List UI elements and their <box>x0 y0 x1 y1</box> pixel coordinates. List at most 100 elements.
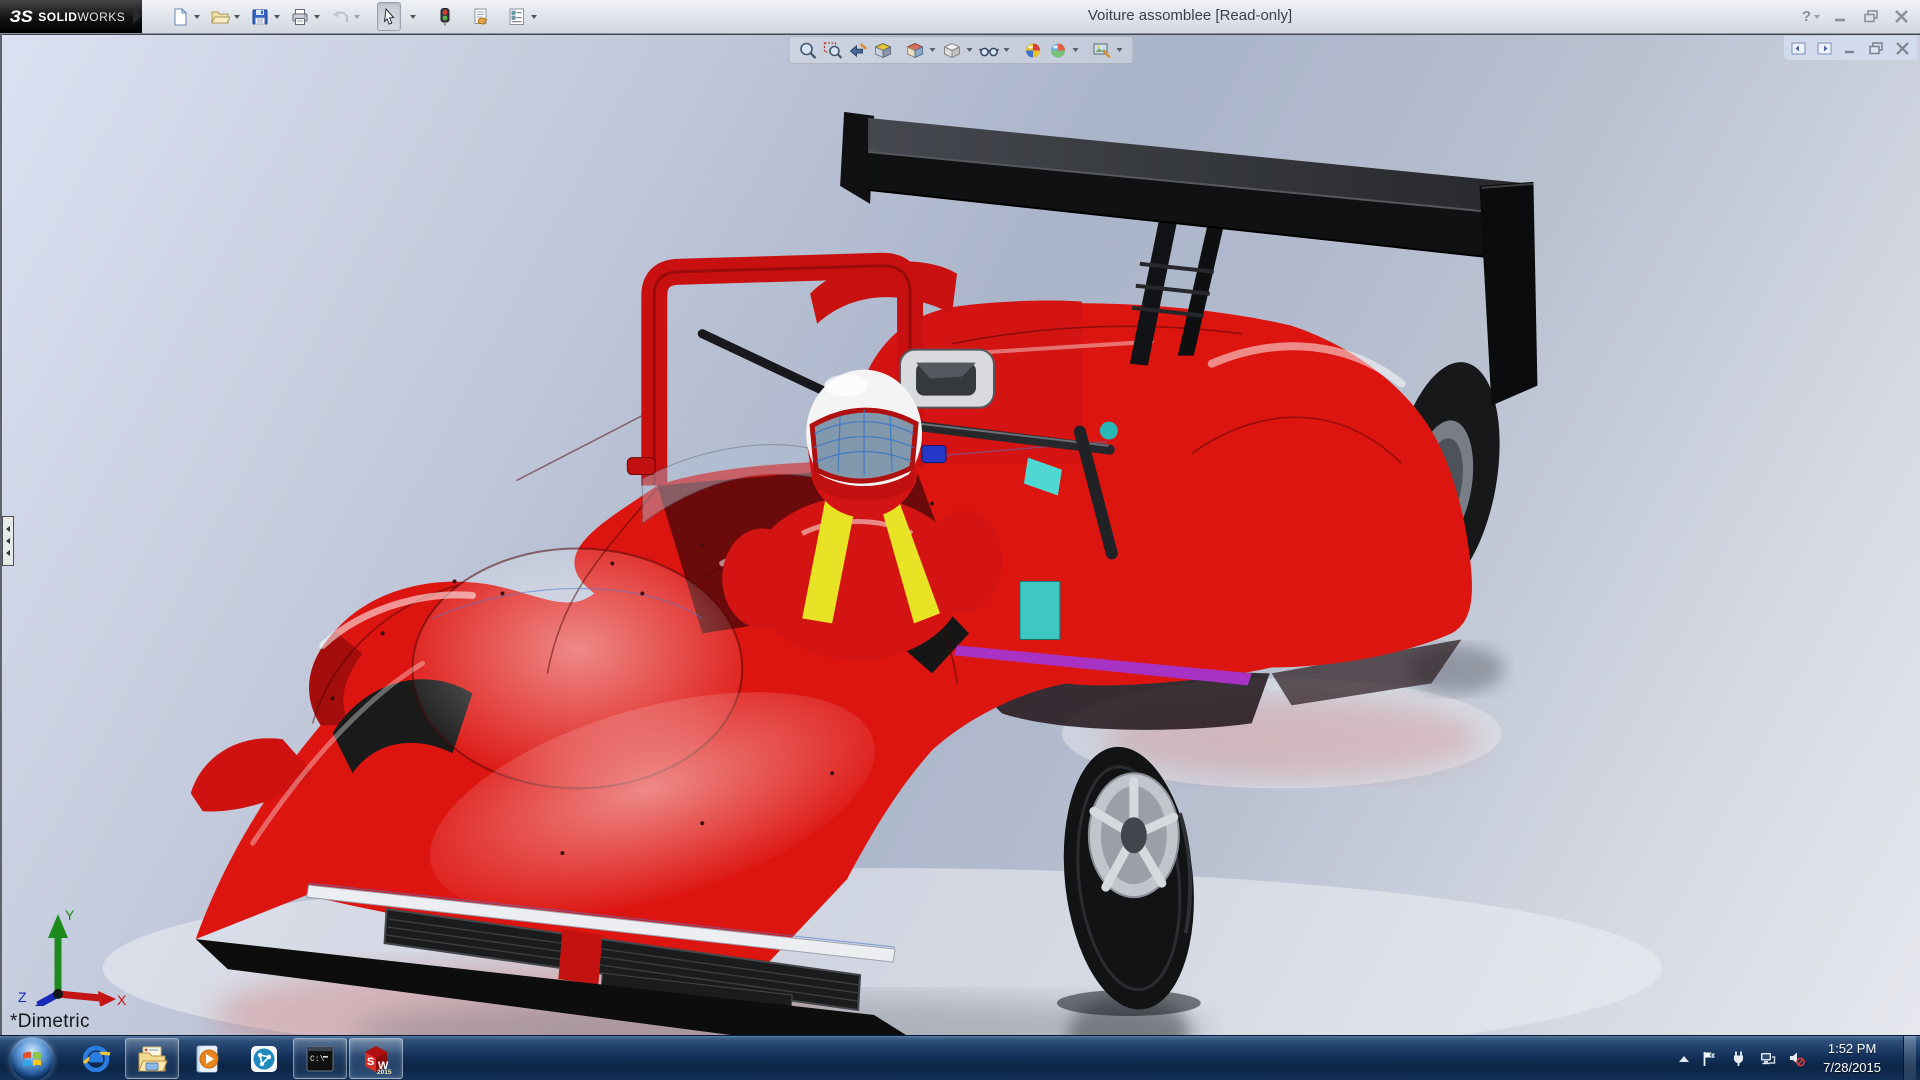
print-icon <box>290 7 310 27</box>
collapse-pane-right-button[interactable] <box>1816 41 1833 56</box>
taskbar-clock[interactable]: 1:52 PM 7/28/2015 <box>1817 1040 1887 1078</box>
save-icon <box>250 7 270 27</box>
doc-restore-button[interactable] <box>1868 41 1885 56</box>
dropdown-caret-icon[interactable] <box>967 48 973 52</box>
action-center-flag-icon[interactable] <box>1701 1050 1718 1067</box>
taskbar-app-internet-explorer[interactable] <box>69 1038 123 1079</box>
view-orientation-button[interactable] <box>903 38 928 62</box>
document-title: Voiture assomblee [Read-only] <box>1088 7 1292 24</box>
taskbar-app-media-player[interactable] <box>181 1038 235 1079</box>
dropdown-caret-icon[interactable] <box>274 15 280 19</box>
start-button[interactable] <box>10 1037 54 1080</box>
apply-scene-icon <box>1048 40 1069 61</box>
zoom-to-fit-button[interactable] <box>796 38 821 62</box>
collapse-pane-left-button[interactable] <box>1790 41 1807 56</box>
help-dropdown-caret-icon[interactable] <box>1814 15 1820 19</box>
headsup-view-toolbar <box>789 36 1134 64</box>
file-properties-icon <box>471 7 491 27</box>
volume-muted-icon[interactable] <box>1788 1050 1805 1067</box>
show-hidden-icons-button[interactable] <box>1679 1056 1689 1062</box>
graphics-viewport[interactable]: Y X Z *Dimetric <box>0 34 1920 1035</box>
select-tool-button[interactable] <box>377 2 401 31</box>
helmet <box>806 370 922 518</box>
display-style-button[interactable] <box>940 38 965 62</box>
print-button[interactable] <box>288 2 325 31</box>
view-orientation-icon <box>905 40 926 61</box>
menu-expand-arrow-icon[interactable] <box>133 8 141 24</box>
media-player-icon <box>192 1043 224 1075</box>
help-button[interactable]: ? <box>1802 8 1820 25</box>
options-button[interactable] <box>505 2 542 31</box>
dropdown-caret-icon[interactable] <box>234 15 240 19</box>
dropdown-caret-icon <box>354 15 360 19</box>
edit-appearance-icon <box>1023 40 1044 61</box>
apply-scene-button[interactable] <box>1046 38 1071 62</box>
main-toolbar <box>168 0 542 33</box>
power-plug-icon[interactable] <box>1730 1050 1747 1067</box>
open-button[interactable] <box>208 2 245 31</box>
taskbar-app-command-prompt[interactable]: C:\ <box>293 1038 347 1079</box>
wing-endplate-right <box>1479 182 1537 406</box>
taskbar-app-solidworks[interactable]: S W 2015 <box>349 1038 403 1079</box>
triad-z-label: Z <box>18 989 27 1005</box>
solidworks-2015-icon: S W 2015 <box>360 1043 392 1075</box>
zoom-to-area-button[interactable] <box>821 38 846 62</box>
feature-pane-splitter-handle[interactable] <box>2 516 14 566</box>
dropdown-caret-icon[interactable] <box>194 15 200 19</box>
hide-show-items-button[interactable] <box>977 38 1002 62</box>
zoom-to-area-icon <box>823 40 844 61</box>
dropdown-caret-icon[interactable] <box>314 15 320 19</box>
dropdown-caret-icon[interactable] <box>1117 48 1123 52</box>
dropdown-caret-icon[interactable] <box>930 48 936 52</box>
cmd-prompt-text: C:\ <box>310 1055 325 1064</box>
open-folder-icon <box>210 7 230 27</box>
minimize-button[interactable] <box>1833 9 1850 24</box>
race-car-model[interactable] <box>2 34 1920 1035</box>
dropdown-caret-icon[interactable] <box>1004 48 1010 52</box>
file-properties-button[interactable] <box>469 2 493 31</box>
options-icon <box>507 7 527 27</box>
doc-minimize-button[interactable] <box>1842 41 1859 56</box>
side-mirror <box>627 458 655 475</box>
app-window-controls: ? <box>1802 0 1910 33</box>
3ds-logo-icon: ЗS <box>9 7 32 27</box>
solidworks-menu-button[interactable]: ЗS SOLIDWORKS <box>0 0 142 33</box>
display-style-icon <box>942 40 963 61</box>
undo-button[interactable] <box>328 2 365 31</box>
close-button[interactable] <box>1893 9 1910 24</box>
rebuild-button[interactable] <box>433 2 457 31</box>
document-window-controls <box>1784 36 1917 60</box>
select-cursor-icon <box>379 7 399 27</box>
previous-view-icon <box>848 40 869 61</box>
section-view-button[interactable] <box>871 38 896 62</box>
triad-x-label: X <box>117 992 126 1006</box>
sw-badge-2015: 2015 <box>377 1069 392 1075</box>
new-document-button[interactable] <box>168 2 205 31</box>
save-button[interactable] <box>248 2 285 31</box>
harness-buckle <box>922 446 946 463</box>
hide-show-items-icon <box>979 40 1000 61</box>
edit-appearance-button[interactable] <box>1021 38 1046 62</box>
clock-date: 7/28/2015 <box>1823 1059 1881 1078</box>
rebuild-traffic-light-icon <box>435 7 455 27</box>
show-desktop-button[interactable] <box>1903 1036 1916 1080</box>
section-view-icon <box>873 40 894 61</box>
doc-close-button[interactable] <box>1894 41 1911 56</box>
clock-time: 1:52 PM <box>1823 1040 1881 1059</box>
dropdown-caret-icon[interactable] <box>410 15 416 19</box>
dropdown-caret-icon[interactable] <box>1073 48 1079 52</box>
solidworks-app-window: ЗS SOLIDWORKS <box>0 0 1920 1080</box>
select-dropdown-button[interactable] <box>404 2 421 31</box>
restore-button[interactable] <box>1863 9 1880 24</box>
taskbar-app-windows-explorer[interactable] <box>125 1038 179 1079</box>
network-icon[interactable] <box>1759 1050 1776 1067</box>
blue-share-app-icon <box>248 1043 280 1075</box>
dropdown-caret-icon[interactable] <box>531 15 537 19</box>
undo-icon <box>330 7 350 27</box>
orientation-triad: Y X Z <box>16 906 126 1006</box>
view-settings-button[interactable] <box>1090 38 1115 62</box>
previous-view-button[interactable] <box>846 38 871 62</box>
triad-y-label: Y <box>65 907 75 923</box>
taskbar-app-blue-share[interactable] <box>237 1038 291 1079</box>
system-tray: 1:52 PM 7/28/2015 <box>1679 1036 1920 1080</box>
